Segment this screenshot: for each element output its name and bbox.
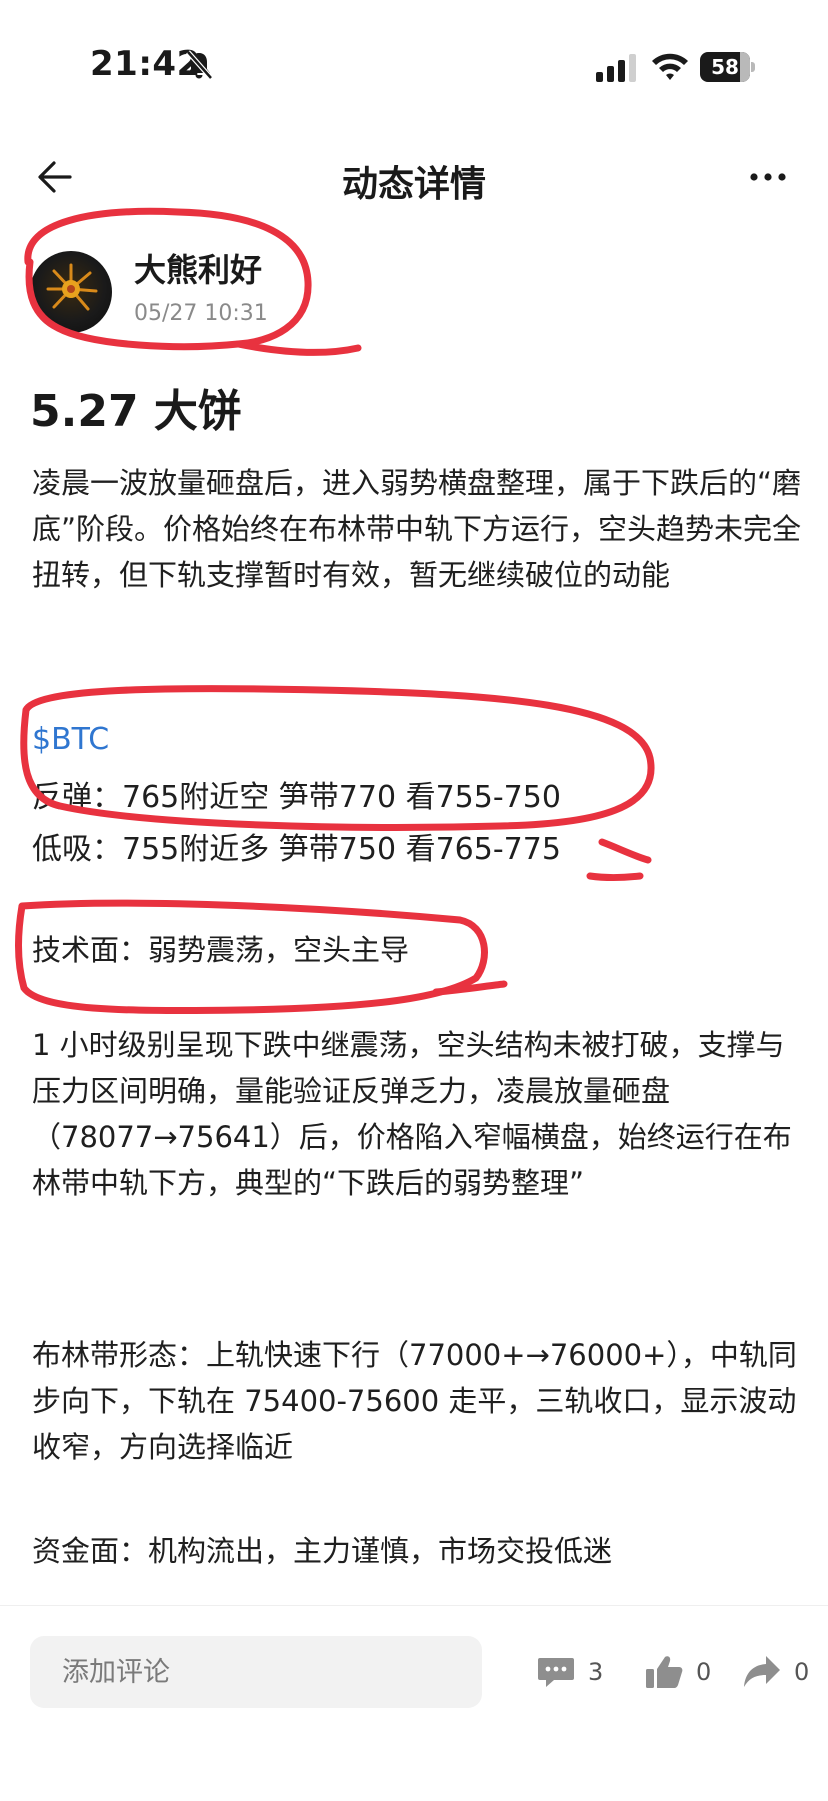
- status-bar: 21:42 58: [0, 0, 828, 135]
- post-title: 5.27 大饼: [30, 386, 242, 437]
- comment-count: 3: [588, 1658, 604, 1686]
- funds-analysis: 资金面：机构流出，主力谨慎，市场交投低迷: [32, 1534, 613, 1568]
- annotation-tail-author: [234, 340, 362, 356]
- author-header[interactable]: 大熊利好 05/27 10:31: [30, 245, 430, 345]
- signal-dip: 低吸：755附近多 笋带750 看765-775: [32, 832, 561, 867]
- ticker-link[interactable]: $BTC: [32, 722, 109, 757]
- author-name[interactable]: 大熊利好: [134, 245, 262, 291]
- avatar-emblem-icon: [46, 263, 98, 311]
- bollinger-analysis: 布林带形态：上轨快速下行（77000+→76000+），中轨同步向下，下轨在 7…: [32, 1338, 797, 1464]
- bottom-action-bar: 3 0 0: [0, 1605, 828, 1801]
- like-button[interactable]: 0: [644, 1652, 711, 1692]
- annotation-tail-signal: [598, 838, 652, 864]
- avatar[interactable]: [30, 251, 112, 333]
- comment-bubble-icon: [538, 1658, 574, 1687]
- comment-button[interactable]: 3: [536, 1652, 603, 1692]
- nav-bar: 动态详情: [0, 135, 828, 225]
- annotation-dash-signal: [586, 872, 644, 881]
- battery-tip: [751, 62, 755, 72]
- page-title: 动态详情: [341, 164, 486, 205]
- share-count: 0: [794, 1658, 810, 1686]
- more-options-icon[interactable]: [748, 157, 788, 197]
- tech-analysis: 1 小时级别呈现下跌中继震荡，空头结构未被打破，支撑与压力区间明确，量能验证反弹…: [32, 1028, 792, 1200]
- cellular-signal-icon: [596, 54, 636, 82]
- thumbs-up-icon: [646, 1656, 683, 1688]
- share-button[interactable]: 0: [742, 1652, 809, 1692]
- post-timestamp: 05/27 10:31: [134, 301, 268, 326]
- wifi-icon: [652, 53, 688, 80]
- signal-rebound: 反弹：765附近空 笋带770 看755-750: [32, 780, 561, 815]
- share-arrow-icon: [744, 1656, 780, 1687]
- battery-body: 58: [700, 52, 750, 82]
- like-count: 0: [696, 1658, 712, 1686]
- battery-indicator: 58: [700, 52, 756, 82]
- post-intro: 凌晨一波放量砸盘后，进入弱势横盘整理，属于下跌后的“磨底”阶段。价格始终在布林带…: [32, 466, 802, 592]
- battery-level: 58: [711, 55, 739, 79]
- tech-heading: 技术面：弱势震荡，空头主导: [32, 933, 410, 967]
- bell-off-icon: [186, 50, 213, 80]
- annotation-tail-tech: [432, 980, 508, 996]
- comment-input[interactable]: [30, 1636, 482, 1708]
